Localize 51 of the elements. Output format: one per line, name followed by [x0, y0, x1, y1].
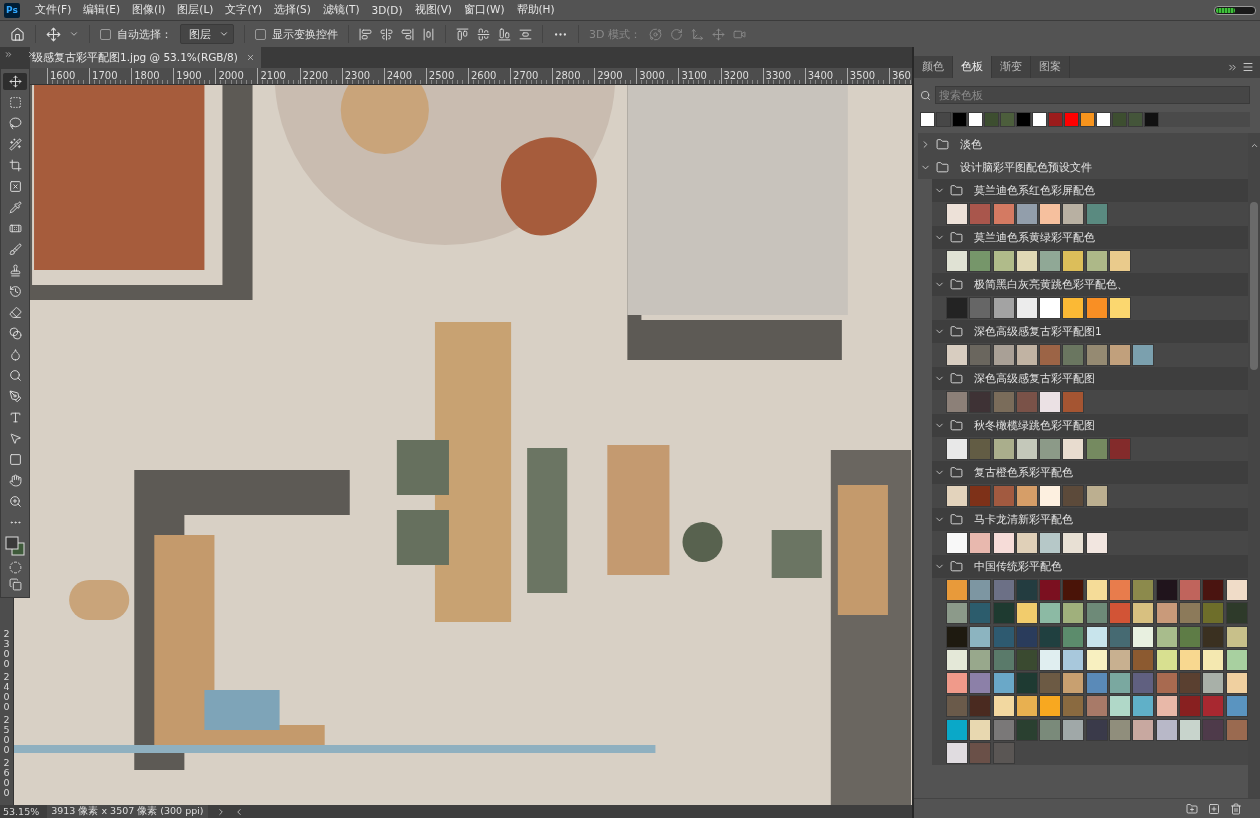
menu-item[interactable]: 帮助(H) [511, 2, 560, 18]
document-tab[interactable]: 级感复古彩平配图1.jpg @ 53.1%(RGB/8) [30, 47, 261, 68]
ruler-label: 2500 [3, 715, 10, 755]
folder-name: 深色高级感复古彩平配图 [974, 371, 1095, 386]
menu-item[interactable]: 滤镜(T) [317, 2, 365, 18]
folder-name: 莫兰迪色系红色彩屏配色 [974, 183, 1095, 198]
swatch-folder[interactable]: 淡色 [918, 133, 1248, 156]
menu-item[interactable]: 窗口(W) [458, 2, 510, 18]
checkbox-label: 自动选择： [117, 26, 172, 42]
swatch-folder[interactable]: 深色高级感复古彩平配图 [932, 367, 1248, 390]
zoom-level: 53.15% [3, 806, 40, 817]
layer-dropdown[interactable]: 图层 [180, 24, 234, 44]
folder-name: 秋冬橄榄绿跳色彩平配图 [974, 418, 1095, 433]
menu-item[interactable]: 编辑(E) [78, 2, 126, 18]
swatch-folder[interactable]: 秋冬橄榄绿跳色彩平配图 [932, 414, 1248, 437]
ruler-label: 2400 [3, 672, 10, 712]
panel-tab[interactable]: 图案 [1031, 56, 1070, 78]
folder-name: 中国传统彩平配色 [974, 559, 1062, 574]
menu-item[interactable]: 图层(L) [172, 2, 219, 18]
panel-tab[interactable]: 渐变 [992, 56, 1031, 78]
swatch-folder[interactable]: 深色高级感复古彩平配图1 [932, 320, 1248, 343]
folder-name: 马卡龙清新彩平配色 [974, 512, 1073, 527]
app-logo: Ps [4, 2, 20, 18]
folder-name: 淡色 [960, 137, 982, 152]
checkbox-label: 显示变换控件 [272, 26, 338, 42]
swatch-folder[interactable]: 马卡龙清新彩平配色 [932, 508, 1248, 531]
ruler-label: 2600 [3, 758, 10, 798]
ruler-label: 3100 [678, 68, 721, 84]
document-title: 级感复古彩平配图1.jpg @ 53.1%(RGB/8) [32, 50, 238, 65]
document-info: 3913 像素 x 3507 像素 (300 ppi) [47, 805, 208, 818]
folder-name: 深色高级感复古彩平配图1 [974, 324, 1102, 339]
menu-item[interactable]: 文件(F) [30, 2, 77, 18]
search-field[interactable]: 搜索色板 [935, 86, 1250, 104]
folder-name: 莫兰迪色系黄绿彩平配色 [974, 230, 1095, 245]
ruler-label: 2300 [3, 629, 10, 669]
menu-item[interactable]: 选择(S) [269, 2, 316, 18]
folder-name: 极简黑白灰亮黄跳色彩平配色、 [974, 277, 1128, 292]
swatch-folder[interactable]: 莫兰迪色系黄绿彩平配色 [932, 226, 1248, 249]
swatch-folder[interactable]: 极简黑白灰亮黄跳色彩平配色、 [932, 273, 1248, 296]
swatch-folder[interactable]: 设计脑彩平图配色预设文件 [918, 156, 1248, 179]
menu-item[interactable]: 文字(Y) [220, 2, 267, 18]
swatch-folder[interactable]: 复古橙色系彩平配色 [932, 461, 1248, 484]
menu-item[interactable]: 视图(V) [409, 2, 457, 18]
folder-name: 复古橙色系彩平配色 [974, 465, 1073, 480]
panel-tab[interactable]: 色板 [953, 56, 992, 78]
swatch-folder[interactable]: 莫兰迪色系红色彩屏配色 [932, 179, 1248, 202]
menu-item[interactable]: 图像(I) [127, 2, 171, 18]
swatch-folder[interactable]: 中国传统彩平配色 [932, 555, 1248, 578]
ruler-label: 2100 [257, 68, 300, 84]
folder-name: 设计脑彩平图配色预设文件 [960, 160, 1092, 175]
menu-item[interactable]: 3D(D) [366, 3, 408, 17]
